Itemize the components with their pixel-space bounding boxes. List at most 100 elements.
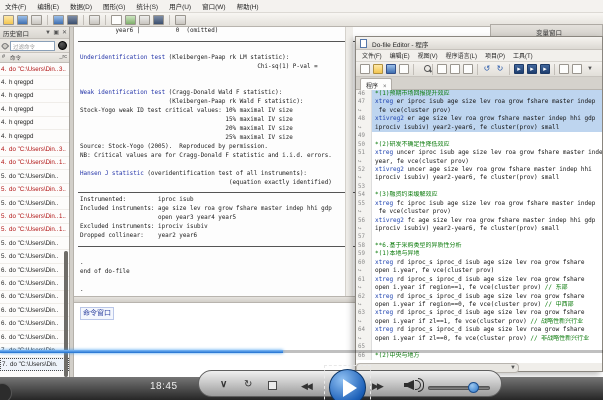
copy-icon[interactable]: [450, 64, 460, 74]
code-line[interactable]: ↪open i.year if region==0, fe vce(cluste…: [356, 301, 602, 309]
history-row[interactable]: 5.do "C:\Users\Din..: [0, 197, 69, 210]
filter-icon[interactable]: ▼: [45, 29, 51, 37]
code-line[interactable]: ↪iprociv isubiv) year2-year6, fe cluster…: [356, 225, 602, 233]
history-row[interactable]: 7.do "C:\Users\Din..: [0, 358, 69, 371]
log-icon[interactable]: [53, 15, 64, 25]
volume-slider-handle[interactable]: [468, 382, 479, 393]
menu-graphics[interactable]: 图形(G): [103, 1, 125, 11]
menu-window[interactable]: 窗口(W): [202, 1, 225, 11]
fast-forward-button[interactable]: ▶▶: [372, 381, 382, 392]
code-line[interactable]: 62xtreg rd iproc_s iproc_d isub age size…: [356, 293, 602, 301]
run-icon[interactable]: ▸: [514, 64, 524, 74]
editor-menu-edit[interactable]: 编辑(E): [390, 51, 410, 60]
scrollbar-dropdown-icon[interactable]: ▼: [510, 365, 516, 371]
code-line[interactable]: 56xtivreg2 fc age size lev roa grow fsha…: [356, 217, 602, 225]
col-command[interactable]: 命令: [10, 54, 59, 62]
col-number[interactable]: #: [2, 54, 10, 62]
menu-help[interactable]: 帮助(H): [237, 1, 259, 11]
undo-icon[interactable]: ↺: [482, 64, 492, 74]
history-row[interactable]: 4.do "C:\Users\Din..1..: [0, 157, 69, 170]
rewind-button[interactable]: ◀◀: [301, 381, 311, 392]
marker-icon[interactable]: ∨: [220, 379, 227, 390]
do-editor-icon[interactable]: [111, 15, 122, 25]
code-line[interactable]: 57: [356, 233, 602, 241]
code-line[interactable]: 46*(1)预期市场回报提升效应: [356, 90, 602, 98]
menu-statistics[interactable]: 统计(S): [136, 1, 158, 11]
history-row[interactable]: 5.do "C:\Users\Din..: [0, 170, 69, 183]
history-row[interactable]: 5.do "C:\Users\Din..3..: [0, 184, 69, 197]
cut-icon[interactable]: [437, 64, 447, 74]
code-line[interactable]: 58**6.基于采购类型的异质性分析: [356, 242, 602, 250]
code-line[interactable]: 47xtreg er iproc isub age size lev roa g…: [356, 98, 602, 106]
editor-menu-tools[interactable]: 工具(T): [513, 51, 533, 60]
viewer-icon[interactable]: [67, 15, 78, 25]
code-line[interactable]: ↪ fe vce(cluster prov): [356, 208, 602, 216]
code-line[interactable]: 64xtreg rd iproc_s iproc_d isub age size…: [356, 326, 602, 334]
new-file-icon[interactable]: [360, 64, 370, 74]
col-rc[interactable]: _rc: [59, 54, 67, 62]
editor-menu-project[interactable]: 项目(P): [485, 51, 505, 60]
close-icon[interactable]: ✕: [62, 29, 67, 37]
execute-quietly-icon[interactable]: ▸: [540, 64, 550, 74]
editor-code-area[interactable]: 46*(1)预期市场回报提升效应47xtreg er iproc isub ag…: [356, 90, 602, 363]
history-row[interactable]: 4.h qregpd: [0, 76, 69, 89]
code-line[interactable]: 60xtreg rd iproc_s iproc_d isub age size…: [356, 259, 602, 267]
history-scrollbar[interactable]: [64, 251, 68, 377]
wrench-icon[interactable]: [1, 42, 9, 50]
code-line[interactable]: ↪open i.year, fe vce(cluster prov): [356, 267, 602, 275]
data-editor-icon[interactable]: [125, 15, 136, 25]
stop-icon[interactable]: [268, 381, 277, 390]
code-line[interactable]: ↪ fe vce(cluster prov): [356, 107, 602, 115]
history-row[interactable]: 4.h qregpd: [0, 90, 69, 103]
history-row[interactable]: 6.do "C:\Users\Din..: [0, 277, 69, 290]
menu-file[interactable]: 文件(F): [5, 1, 26, 11]
open-file-icon[interactable]: [373, 64, 383, 74]
menu-user[interactable]: 用户(U): [169, 1, 191, 11]
history-row[interactable]: 6.do "C:\Users\Din..: [0, 291, 69, 304]
code-line[interactable]: ↪year, fe vce(cluster prov): [356, 158, 602, 166]
code-line[interactable]: 53: [356, 183, 602, 191]
history-row[interactable]: 6.do "C:\Users\Din..: [0, 331, 69, 344]
variables-manager-icon[interactable]: [153, 15, 164, 25]
code-line[interactable]: 59*(1)本地与异地: [356, 250, 602, 258]
history-row[interactable]: 5.do "C:\Users\Din..: [0, 250, 69, 263]
save-file-icon[interactable]: [386, 64, 396, 74]
editor-menu-view[interactable]: 视图(V): [418, 51, 438, 60]
paste-icon[interactable]: [463, 64, 473, 74]
code-line[interactable]: 54*(3)融资约束缓解效应: [356, 191, 602, 199]
code-line[interactable]: 49: [356, 132, 602, 140]
do-icon[interactable]: ▸: [527, 64, 537, 74]
more-icon[interactable]: [175, 15, 186, 25]
print-file-icon[interactable]: [399, 64, 409, 74]
menu-edit[interactable]: 编辑(E): [37, 1, 59, 11]
history-row[interactable]: 4.h qregpd: [0, 130, 69, 143]
history-row[interactable]: 4.h qregpd: [0, 103, 69, 116]
code-line[interactable]: ↪iprociv isubiv) year2-year6, fe cluster…: [356, 124, 602, 132]
history-row[interactable]: 6.do "C:\Users\Din..: [0, 317, 69, 330]
history-row[interactable]: 4.do "C:\Users\Din..3..: [0, 63, 69, 76]
history-row[interactable]: 6.do "C:\Users\Din..: [0, 304, 69, 317]
print-icon[interactable]: [31, 15, 42, 25]
history-row[interactable]: 4.do "C:\Users\Din..3..: [0, 143, 69, 156]
history-row[interactable]: 6.do "C:\Users\Din..: [0, 264, 69, 277]
code-line[interactable]: ↪open i.year if zl==1, fe vce(cluster pr…: [356, 318, 602, 326]
code-line[interactable]: 63xtreg rd iproc_s iproc_d isub age size…: [356, 309, 602, 317]
play-button[interactable]: [329, 369, 366, 400]
toolbar-dropdown-icon[interactable]: ▼: [585, 64, 595, 74]
code-line[interactable]: 55xtreg fc iproc isub age size lev roa g…: [356, 200, 602, 208]
code-line[interactable]: 61xtreg rd iproc_s iproc_d isub age size…: [356, 276, 602, 284]
redo-icon[interactable]: ↻: [495, 64, 505, 74]
code-line[interactable]: 51xtreg uncer iproc isub age size lev ro…: [356, 149, 602, 157]
code-line[interactable]: ↪open i.year if region==1, fe vce(cluste…: [356, 284, 602, 292]
tab-program[interactable]: 程序×: [360, 78, 392, 90]
graph-icon[interactable]: [89, 15, 100, 25]
history-row[interactable]: 4.h qregpd: [0, 117, 69, 130]
save-icon[interactable]: [17, 15, 28, 25]
pin-icon[interactable]: ▣: [53, 29, 59, 37]
code-line[interactable]: 50*(2)研发不确定性降低效应: [356, 141, 602, 149]
results-scrollbar[interactable]: [345, 27, 353, 296]
history-row[interactable]: 5.do "C:\Users\Din..1..: [0, 210, 69, 223]
volume-slider-track[interactable]: [428, 386, 490, 390]
history-row[interactable]: 5.do "C:\Users\Din..: [0, 237, 69, 250]
editor-menu-file[interactable]: 文件(F): [362, 51, 382, 60]
